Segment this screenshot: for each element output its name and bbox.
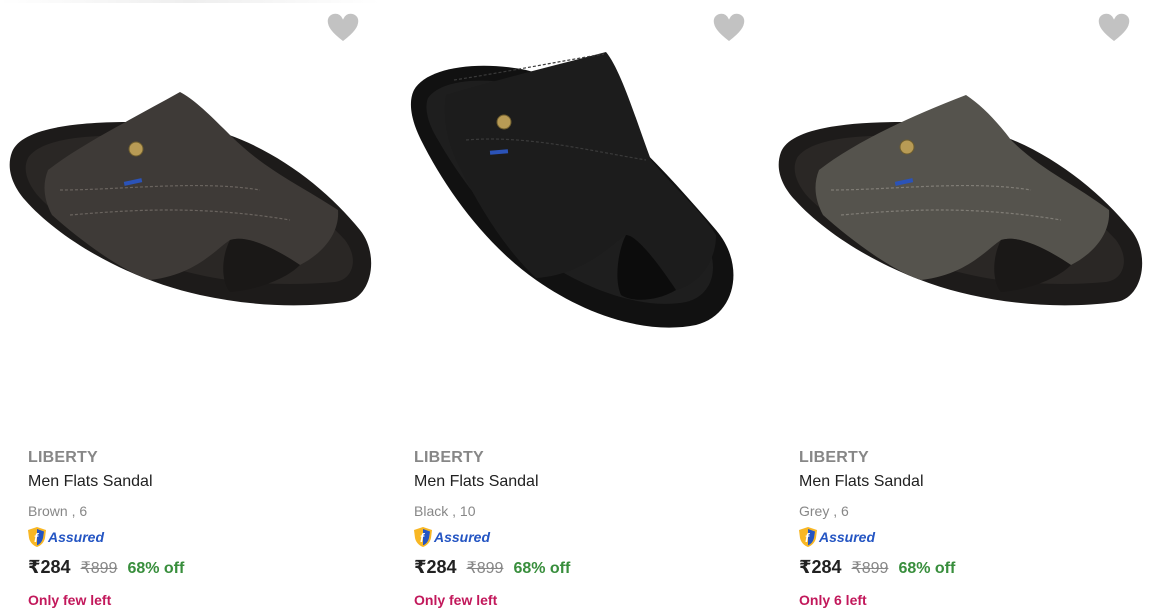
stock-status: Only few left [28,592,112,608]
product-image[interactable] [386,40,771,360]
discount-label: 68% off [898,560,956,577]
assured-badge: f Assured [413,526,490,548]
product-card[interactable]: LIBERTY Men Flats Sandal Brown , 6 f Ass… [0,0,385,610]
product-image[interactable] [771,40,1149,360]
selling-price: ₹284 [799,557,842,577]
product-variant: Brown , 6 [28,503,88,519]
assured-shield-icon: f [799,527,817,547]
product-brand: LIBERTY [799,449,869,466]
product-title[interactable]: Men Flats Sandal [414,473,539,491]
selling-price: ₹284 [414,557,457,577]
product-title[interactable]: Men Flats Sandal [799,473,924,491]
product-grid: LIBERTY Men Flats Sandal Brown , 6 f Ass… [0,0,1149,610]
product-brand: LIBERTY [28,449,98,466]
price-row: ₹284 ₹899 68% off [799,557,955,578]
selling-price: ₹284 [28,557,71,577]
product-title[interactable]: Men Flats Sandal [28,473,153,491]
product-variant: Black , 10 [414,503,476,519]
original-price: ₹899 [466,560,504,577]
price-row: ₹284 ₹899 68% off [414,557,570,578]
original-price: ₹899 [851,560,889,577]
assured-label: Assured [434,529,491,545]
stock-status: Only 6 left [799,592,867,608]
product-variant: Grey , 6 [799,503,849,519]
product-image[interactable] [0,40,385,360]
product-brand: LIBERTY [414,449,484,466]
assured-shield-icon: f [414,527,432,547]
product-card[interactable]: LIBERTY Men Flats Sandal Black , 10 f As… [386,0,771,610]
discount-label: 68% off [513,560,571,577]
discount-label: 68% off [127,560,185,577]
product-card[interactable]: LIBERTY Men Flats Sandal Grey , 6 f Assu… [771,0,1149,610]
price-row: ₹284 ₹899 68% off [28,557,184,578]
original-price: ₹899 [80,560,118,577]
assured-label: Assured [48,529,105,545]
assured-badge: f Assured [798,526,875,548]
assured-label: Assured [819,529,876,545]
stock-status: Only few left [414,592,498,608]
assured-shield-icon: f [28,527,46,547]
assured-badge: f Assured [27,526,104,548]
